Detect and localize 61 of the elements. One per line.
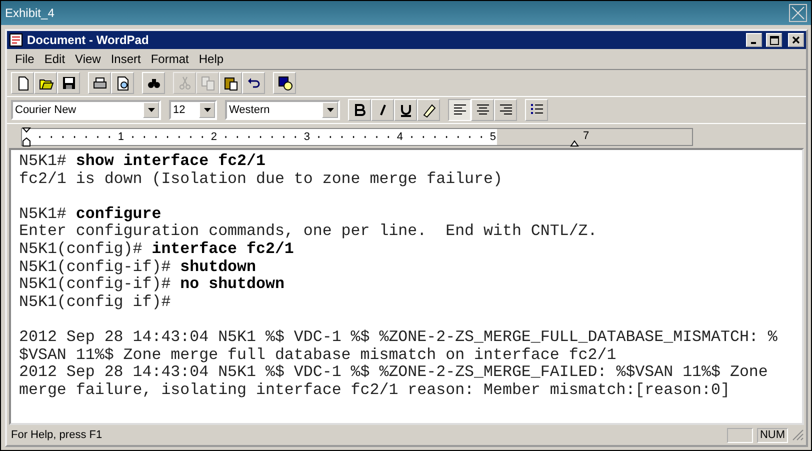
status-panel (726, 428, 753, 442)
menu-item[interactable]: Help (194, 52, 228, 66)
save-button[interactable] (57, 72, 80, 94)
align-center-button[interactable] (471, 99, 494, 121)
print-button[interactable] (88, 72, 111, 94)
text-line: N5K1(config-if)# no shutdown (19, 276, 286, 294)
dropdown-arrow-icon (148, 108, 154, 112)
bullets-button[interactable] (525, 99, 548, 121)
dropdown-arrow-icon (204, 108, 210, 112)
menu-item[interactable]: Insert (106, 52, 145, 66)
menu-item[interactable]: Edit (40, 52, 70, 66)
save-icon (60, 75, 76, 91)
text-line: fc2/1 is down (Isolation due to zone merge failure) (19, 170, 504, 188)
color-button[interactable] (417, 99, 440, 121)
resize-grip-icon[interactable] (792, 429, 804, 441)
text-line: N5K1(config-if)# shutdown (19, 258, 257, 276)
paste-icon (222, 75, 238, 91)
dropdown-arrow-icon (326, 108, 334, 112)
underline-button[interactable] (394, 99, 417, 121)
indent-marker-icon[interactable] (22, 127, 31, 147)
open-button[interactable] (34, 72, 57, 94)
bold-button[interactable] (348, 99, 371, 121)
font-dropdown[interactable]: Courier New (11, 100, 161, 120)
text-line: $VSAN 11%$ Zone merge full database mismatch on interface fc2/1 (19, 346, 618, 364)
text-line: merge failure, isolating interface fc2/1 reason: Member mismatch:[reason:0] (19, 382, 731, 400)
align-left-button[interactable] (448, 99, 471, 121)
maximize-button[interactable] (766, 33, 782, 47)
align-right-button[interactable] (494, 99, 517, 121)
menu-item[interactable]: Format (146, 52, 193, 66)
script-dropdown[interactable]: Western (225, 100, 340, 120)
close-icon (790, 5, 806, 21)
menu-item[interactable]: View (71, 52, 105, 66)
minimize-button[interactable] (746, 33, 762, 47)
num-lock-indicator: NUM (756, 428, 788, 442)
paste-button[interactable] (219, 72, 242, 94)
print-icon (92, 75, 108, 91)
menu-item[interactable]: File (11, 52, 38, 66)
window-title: Document - WordPad (27, 33, 150, 47)
text-line: N5K1# show interface fc2/1 (19, 153, 266, 171)
status-text: For Help, press F1 (11, 429, 104, 441)
size-dropdown[interactable]: 12 (169, 100, 217, 120)
close-icon (792, 36, 800, 44)
copy-icon (200, 75, 216, 91)
find-button[interactable] (142, 72, 165, 94)
text-line: N5K1# configure (19, 206, 162, 224)
text-line: N5K1(config if)# (19, 294, 172, 312)
datetime-button[interactable] (273, 72, 296, 94)
new-button[interactable] (11, 72, 34, 94)
text-line: N5K1(config)# interface fc2/1 (19, 240, 295, 259)
italic-button[interactable] (371, 99, 394, 121)
text-line: Enter configuration commands, one per line. End with CNTL/Z. (19, 223, 598, 241)
outer-window-title: Exhibit_4 (5, 6, 54, 20)
text-line: 2012 Sep 28 14:43:04 N5K1 %$ VDC-1 %$ %ZONE-2-ZS_MERGE_FULL_DATABASE_MISMATCH: % (19, 328, 778, 347)
document-area[interactable] (9, 148, 804, 425)
cut-icon (176, 75, 192, 91)
undo-button[interactable] (242, 72, 265, 94)
text-line: 2012 Sep 28 14:43:04 N5K1 %$ VDC-1 %$ %ZONE-2-ZS_MERGE_FAILED: %$VSAN 11%$ Zone (19, 364, 769, 382)
preview-button[interactable] (111, 72, 134, 94)
maximize-icon (770, 36, 778, 44)
document-icon (9, 33, 23, 47)
preview-icon (114, 75, 130, 91)
